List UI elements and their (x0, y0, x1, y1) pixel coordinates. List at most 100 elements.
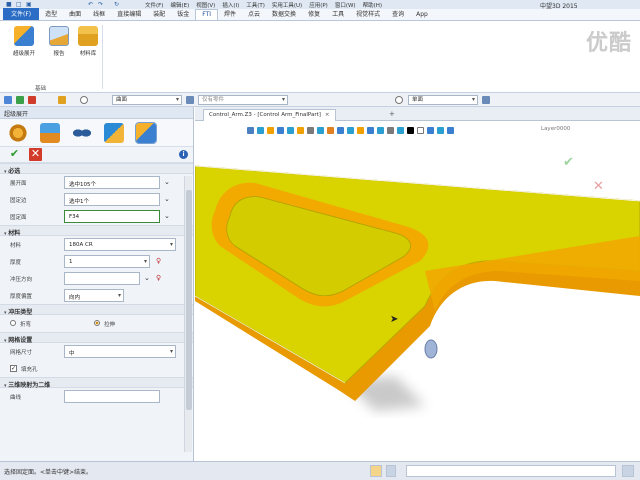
chevron-down-icon[interactable]: ⌄ (164, 212, 170, 220)
tab-data-exchange[interactable]: 数据交换 (266, 8, 302, 20)
hat-tool-icon[interactable] (104, 123, 124, 143)
tab-repair[interactable]: 修复 (302, 8, 326, 20)
chevron-down-icon[interactable]: ⌄ (164, 178, 170, 186)
view-icon[interactable] (377, 126, 384, 134)
filter-select[interactable]: 曲面 (112, 95, 182, 105)
undo-icon[interactable]: ↶ (88, 1, 93, 8)
scrollbar-thumb[interactable] (186, 190, 192, 410)
tab-point-cloud[interactable]: 点云 (242, 8, 266, 20)
redo-icon[interactable]: ↷ (98, 1, 103, 8)
tab-visual-style[interactable]: 视觉样式 (350, 8, 386, 20)
refresh-icon[interactable]: ↻ (114, 1, 119, 8)
tab-surface[interactable]: 曲面 (63, 8, 87, 20)
filter-icon[interactable] (58, 96, 66, 104)
viewport-ok-icon[interactable]: ✔ (563, 155, 574, 170)
view-icon[interactable] (387, 126, 394, 134)
view-icon[interactable] (447, 126, 454, 134)
variable-icon[interactable]: ♀ (156, 257, 161, 265)
gear-tool-icon[interactable] (8, 123, 28, 143)
document-tab[interactable]: Control_Arm.Z3 - [Control Arm_FinalPart]… (203, 109, 336, 121)
glasses-tool-icon[interactable] (72, 123, 92, 143)
menu-view[interactable]: 视图(V) (196, 1, 215, 9)
view-icon[interactable] (327, 126, 334, 134)
material-library-button[interactable]: 材料库 (70, 26, 106, 57)
select-mode-icon[interactable] (482, 96, 490, 104)
press-direction-field[interactable] (64, 272, 140, 285)
chevron-down-icon[interactable]: ⌄ (144, 274, 150, 282)
view-icon[interactable] (427, 126, 434, 134)
view-icon[interactable] (367, 126, 374, 134)
mesh-size-select[interactable]: 中 (64, 345, 176, 358)
tab-tools[interactable]: 工具 (326, 8, 350, 20)
circle-select-icon[interactable] (80, 96, 88, 104)
tab-fti[interactable]: FTI (195, 9, 219, 20)
quick-access-open-icon[interactable]: ▣ (26, 1, 32, 8)
viewport-cancel-icon[interactable]: ✕ (593, 179, 604, 194)
view-icon[interactable] (307, 126, 314, 134)
unfold-face-field[interactable]: 选中105个 (64, 176, 160, 189)
view-icon[interactable] (277, 126, 284, 134)
material-select[interactable]: 180A CR (64, 238, 176, 251)
view-icon[interactable] (287, 126, 294, 134)
close-icon[interactable]: × (325, 112, 330, 118)
thickness-input[interactable]: 1 (64, 255, 150, 268)
face-mode-select[interactable]: 单面 (408, 95, 478, 105)
part-filter-select[interactable]: 仅有零件 (198, 95, 288, 105)
tab-query[interactable]: 查询 (386, 8, 410, 20)
quick-access-save-icon[interactable]: ■ (6, 1, 12, 8)
quick-access-new-icon[interactable]: □ (16, 1, 22, 8)
tab-wireframe[interactable]: 线框 (87, 8, 111, 20)
tab-app[interactable]: App (410, 10, 434, 20)
fill-hole-checkbox[interactable]: ✓ (10, 365, 17, 372)
section-mesh[interactable]: 网格设置 (0, 332, 193, 344)
view-icon[interactable] (267, 126, 274, 134)
chevron-down-icon[interactable]: ⌄ (164, 195, 170, 203)
status-icon[interactable] (622, 465, 634, 477)
color-black-icon[interactable] (407, 126, 414, 134)
view-icon[interactable] (257, 126, 264, 134)
tab-assembly[interactable]: 装配 (147, 8, 171, 20)
tab-weldment[interactable]: 焊件 (218, 8, 242, 20)
new-tab-button[interactable]: + (389, 110, 395, 118)
tab-modeling[interactable]: 造型 (39, 8, 63, 20)
section-material[interactable]: 材料 (0, 225, 193, 237)
fixed-edge-field[interactable]: 选中1个 (64, 193, 160, 206)
section-stamp-type[interactable]: 冲压类型 (0, 304, 193, 316)
curve-field[interactable]: 曲线 (64, 390, 160, 403)
info-icon[interactable]: i (179, 150, 188, 159)
filter-options-icon[interactable] (186, 96, 194, 104)
direction-icon[interactable]: ♀ (156, 274, 161, 282)
view-icon[interactable] (247, 126, 254, 134)
stretch-radio[interactable] (94, 320, 100, 326)
status-icon[interactable] (386, 465, 396, 477)
view-icon[interactable] (297, 126, 304, 134)
view-icon[interactable] (437, 126, 444, 134)
section-required[interactable]: 必选 (0, 163, 193, 175)
tab-direct-edit[interactable]: 直接编辑 (111, 8, 147, 20)
unfold-tool-icon[interactable] (135, 122, 157, 144)
cancel-button[interactable]: ✕ (29, 148, 42, 161)
ok-button[interactable]: ✔ (8, 148, 21, 161)
view-icon[interactable] (397, 126, 404, 134)
panel-scrollbar[interactable] (184, 176, 192, 452)
color-white-icon[interactable] (417, 126, 424, 134)
view-icon[interactable] (347, 126, 354, 134)
thickness-offset-select[interactable]: 向内 (64, 289, 124, 302)
view-icon[interactable] (357, 126, 364, 134)
layer-select[interactable]: Layer0000 (527, 124, 605, 135)
no-entry-icon[interactable] (395, 96, 403, 104)
command-input[interactable] (406, 465, 616, 477)
super-unfold-button[interactable]: 超级展开 (6, 26, 42, 57)
stamp-tool-icon[interactable] (40, 123, 60, 143)
view-icon[interactable] (317, 126, 324, 134)
section-map[interactable]: 三维映射为二维 (0, 377, 193, 389)
3d-viewport[interactable]: Layer0000 ✔ ✕ ➤ (195, 121, 640, 461)
tab-file[interactable]: 文件(F) (3, 8, 40, 20)
bend-radio[interactable] (10, 320, 16, 326)
pick-arrow-icon[interactable] (4, 96, 12, 104)
fixed-face-field[interactable]: F34 (64, 210, 160, 223)
tab-sheetmetal[interactable]: 钣金 (171, 8, 195, 20)
view-icon[interactable] (337, 126, 344, 134)
status-icon[interactable] (370, 465, 382, 477)
add-icon[interactable] (16, 96, 24, 104)
